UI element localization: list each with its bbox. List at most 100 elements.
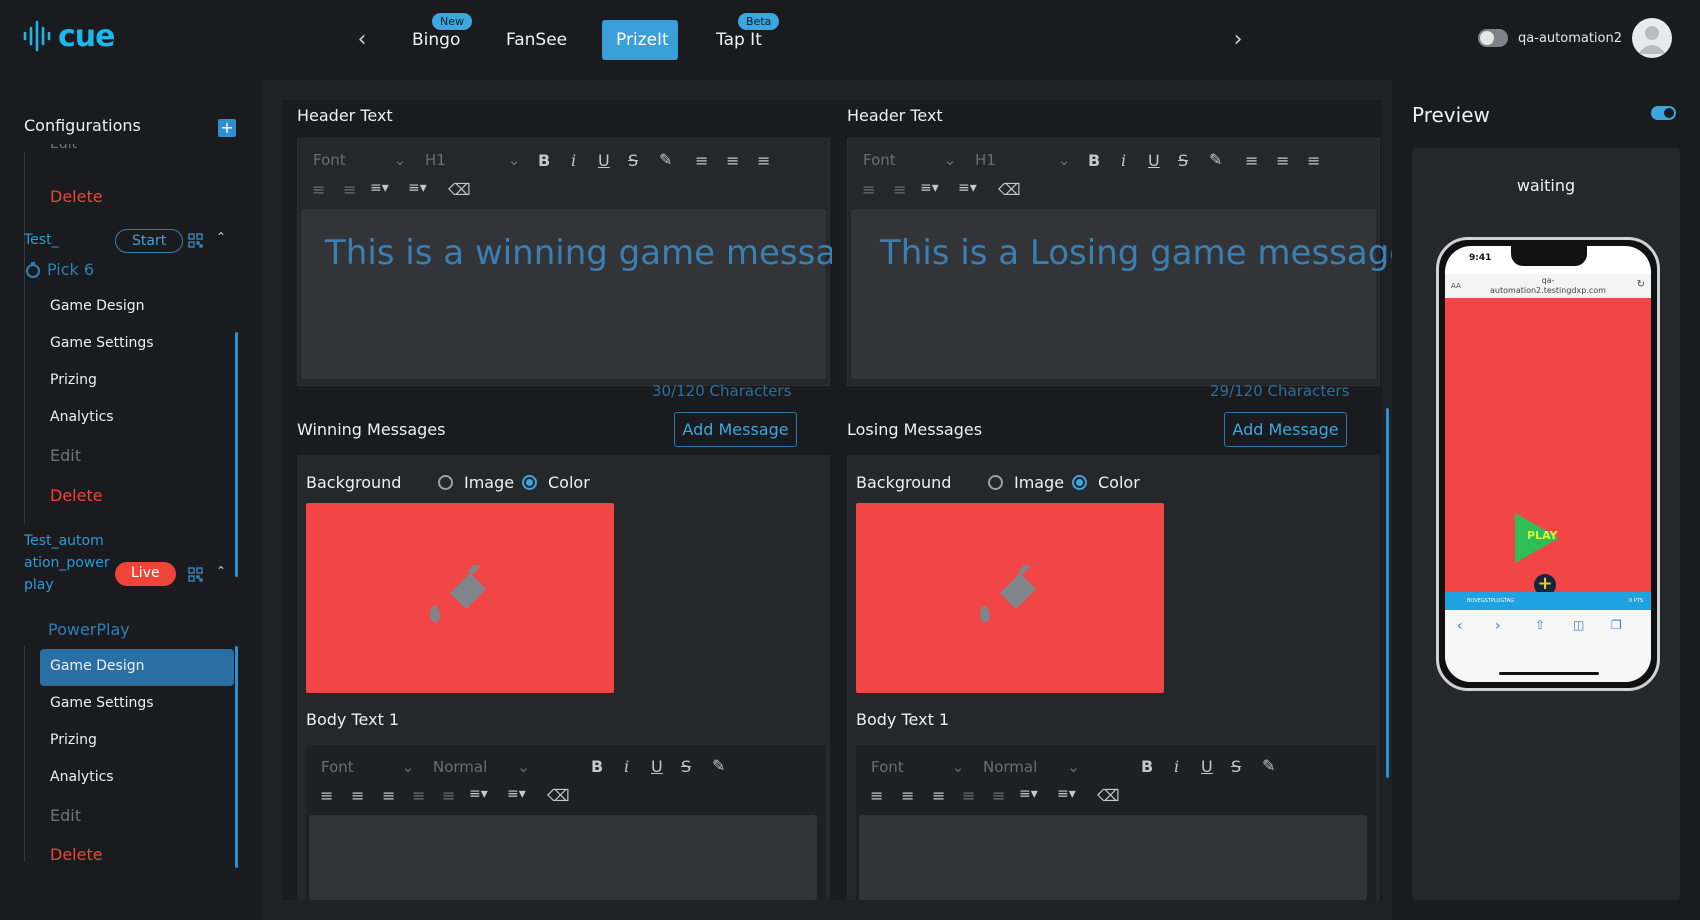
main-scrollbar[interactable] (1386, 408, 1389, 778)
ordered-list-icon[interactable]: ≡▾ (370, 180, 389, 196)
body-text-area[interactable] (859, 815, 1367, 900)
indent-icon[interactable]: ≡ (343, 180, 356, 199)
strikethrough-icon[interactable]: S (1178, 151, 1188, 170)
sidebar-item-prizing[interactable]: Prizing (50, 372, 97, 388)
heading-select[interactable]: H1 ⌄ (975, 151, 1070, 169)
chevron-left-icon[interactable]: ‹ (350, 28, 374, 52)
highlighter-icon[interactable]: ✎ (1209, 150, 1222, 169)
tab-bingo[interactable]: Bingo New (398, 13, 474, 60)
heading-select[interactable]: H1 ⌄ (425, 151, 520, 169)
align-left-icon[interactable]: ≡ (320, 786, 333, 805)
align-center-icon[interactable]: ≡ (901, 786, 914, 805)
highlighter-icon[interactable]: ✎ (1262, 756, 1275, 775)
strikethrough-icon[interactable]: S (1231, 757, 1241, 776)
outdent-icon[interactable]: ≡ (412, 786, 425, 805)
eraser-icon[interactable]: ⌫ (547, 786, 570, 805)
sidebar-item-game-settings[interactable]: Game Settings (50, 695, 154, 711)
italic-icon[interactable]: i (1174, 757, 1179, 776)
underline-icon[interactable]: U (1148, 151, 1160, 170)
delete-link[interactable]: Delete (50, 187, 103, 206)
align-right-icon[interactable]: ≡ (382, 786, 395, 805)
color-radio[interactable] (522, 475, 537, 490)
align-right-icon[interactable]: ≡ (757, 151, 770, 170)
sidebar-item-game-design-active[interactable]: Game Design (50, 658, 144, 674)
campaign-name[interactable]: Test_autom ation_power play (24, 530, 110, 596)
font-select[interactable]: Font ⌄ (313, 151, 406, 169)
tab-fansee[interactable]: FanSee (492, 20, 581, 60)
eraser-icon[interactable]: ⌫ (1097, 786, 1120, 805)
chevron-up-icon[interactable]: ⌃ (216, 564, 226, 578)
align-center-icon[interactable]: ≡ (1276, 151, 1289, 170)
underline-icon[interactable]: U (651, 757, 663, 776)
chevron-up-icon[interactable]: ⌃ (216, 230, 226, 244)
ordered-list-icon[interactable]: ≡▾ (920, 180, 939, 196)
sidebar-item-analytics[interactable]: Analytics (50, 409, 114, 425)
tab-prizeit[interactable]: PrizeIt (602, 20, 678, 60)
edit-link[interactable]: Edit (50, 806, 81, 825)
sidebar-item-prizing[interactable]: Prizing (50, 732, 97, 748)
background-color-swatch[interactable] (306, 503, 614, 693)
delete-link[interactable]: Delete (50, 486, 103, 505)
sidebar-item-game-settings[interactable]: Game Settings (50, 335, 154, 351)
underline-icon[interactable]: U (1201, 757, 1213, 776)
bullet-list-icon[interactable]: ≡▾ (1057, 786, 1076, 802)
align-left-icon[interactable]: ≡ (1245, 151, 1258, 170)
background-color-swatch[interactable] (856, 503, 1164, 693)
align-center-icon[interactable]: ≡ (351, 786, 364, 805)
avatar[interactable] (1632, 18, 1672, 58)
bold-icon[interactable]: B (538, 151, 550, 170)
bold-icon[interactable]: B (1088, 151, 1100, 170)
eraser-icon[interactable]: ⌫ (448, 180, 471, 199)
eraser-icon[interactable]: ⌫ (998, 180, 1021, 199)
bullet-list-icon[interactable]: ≡▾ (958, 180, 977, 196)
color-radio[interactable] (1072, 475, 1087, 490)
bullet-list-icon[interactable]: ≡▾ (408, 180, 427, 196)
outdent-icon[interactable]: ≡ (862, 180, 875, 199)
bold-icon[interactable]: B (591, 757, 603, 776)
italic-icon[interactable]: i (1121, 151, 1126, 170)
theme-toggle[interactable] (1478, 29, 1509, 47)
delete-link[interactable]: Delete (50, 845, 103, 864)
user-menu[interactable]: qa-automation2 (1478, 18, 1672, 58)
ordered-list-icon[interactable]: ≡▾ (1019, 786, 1038, 802)
start-button[interactable]: Start (115, 229, 184, 253)
indent-icon[interactable]: ≡ (893, 180, 906, 199)
live-badge[interactable]: Live (115, 562, 176, 586)
add-message-button[interactable]: Add Message (1224, 412, 1347, 447)
highlighter-icon[interactable]: ✎ (659, 150, 672, 169)
align-right-icon[interactable]: ≡ (1307, 151, 1320, 170)
image-radio[interactable] (988, 475, 1003, 490)
italic-icon[interactable]: i (571, 151, 576, 170)
size-select[interactable]: Normal ⌄ (983, 758, 1080, 776)
add-message-button[interactable]: Add Message (674, 412, 797, 447)
header-text-area[interactable]: This is a winning game message (301, 209, 879, 379)
body-text-area[interactable] (309, 815, 817, 900)
align-left-icon[interactable]: ≡ (870, 786, 883, 805)
align-right-icon[interactable]: ≡ (932, 786, 945, 805)
font-select[interactable]: Font ⌄ (871, 758, 964, 776)
bullet-list-icon[interactable]: ≡▾ (507, 786, 526, 802)
strikethrough-icon[interactable]: S (628, 151, 638, 170)
indent-icon[interactable]: ≡ (442, 786, 455, 805)
header-text-area[interactable]: This is a Losing game message (851, 209, 1410, 379)
sidebar-item-game-design[interactable]: Game Design (50, 298, 144, 314)
font-select[interactable]: Font ⌄ (863, 151, 956, 169)
font-select[interactable]: Font ⌄ (321, 758, 414, 776)
indent-icon[interactable]: ≡ (992, 786, 1005, 805)
sidebar-item-analytics[interactable]: Analytics (50, 769, 114, 785)
qr-code-icon[interactable] (188, 233, 203, 248)
align-center-icon[interactable]: ≡ (726, 151, 739, 170)
chevron-right-icon[interactable]: › (1226, 28, 1250, 52)
strikethrough-icon[interactable]: S (681, 757, 691, 776)
outdent-icon[interactable]: ≡ (962, 786, 975, 805)
align-left-icon[interactable]: ≡ (695, 151, 708, 170)
preview-toggle[interactable] (1651, 106, 1676, 120)
campaign-name[interactable]: Test_ (24, 232, 59, 248)
add-configuration-button[interactable]: + (218, 119, 236, 137)
sidebar-scrollbar[interactable] (235, 646, 238, 868)
size-select[interactable]: Normal ⌄ (433, 758, 530, 776)
underline-icon[interactable]: U (598, 151, 610, 170)
italic-icon[interactable]: i (624, 757, 629, 776)
highlighter-icon[interactable]: ✎ (712, 756, 725, 775)
bold-icon[interactable]: B (1141, 757, 1153, 776)
